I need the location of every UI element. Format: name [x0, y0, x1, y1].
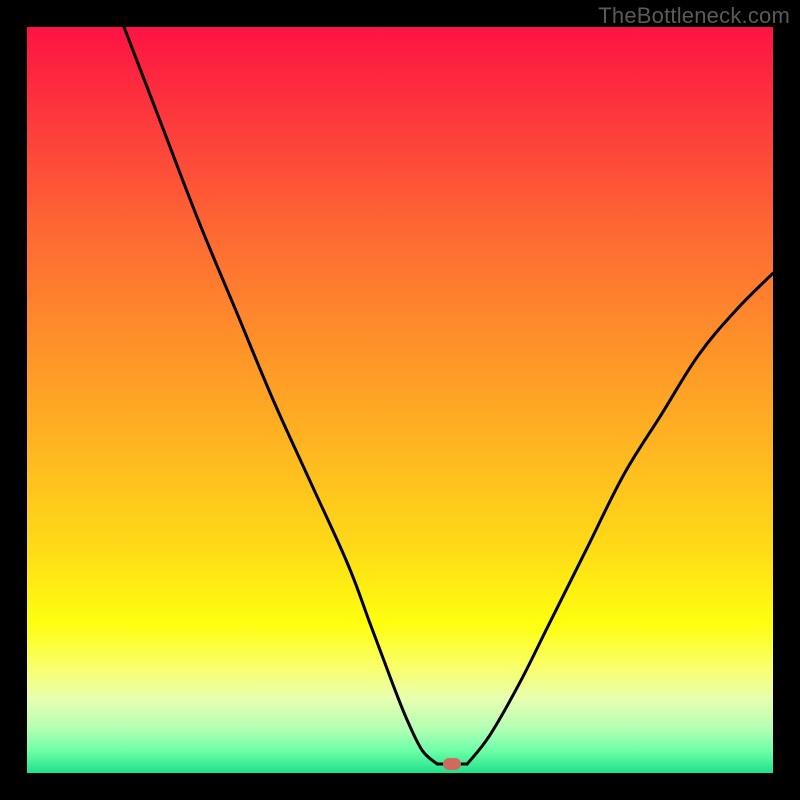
bottleneck-curve	[27, 27, 773, 773]
curve-right-branch	[467, 273, 773, 764]
curve-left-branch	[124, 27, 437, 764]
plot-area	[27, 27, 773, 773]
watermark-text: TheBottleneck.com	[598, 3, 790, 29]
chart-frame: TheBottleneck.com	[0, 0, 800, 800]
optimum-marker	[443, 758, 461, 770]
